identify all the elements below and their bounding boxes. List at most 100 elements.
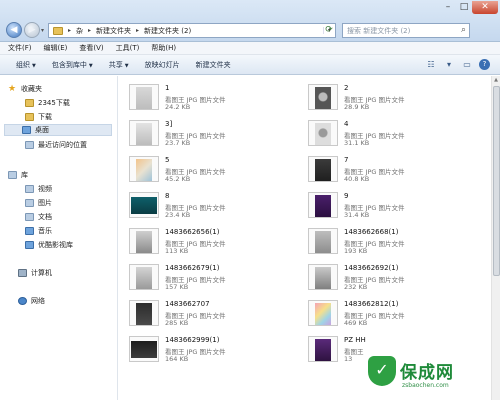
explorer-window: – □ ✕ ◀ ▶ ▾ ▸ 杂 ▸ 新建文件夹 ▸ 新建文件夹 (2) ▾ ⟳ … — [0, 0, 500, 400]
nav-label: 文档 — [38, 213, 52, 221]
nav-libraries[interactable]: 库 — [8, 170, 28, 180]
picture-icon — [25, 199, 34, 207]
close-button[interactable]: ✕ — [472, 1, 498, 14]
nav-item-downloads[interactable]: 下载 — [25, 112, 52, 122]
address-bar[interactable]: ▸ 杂 ▸ 新建文件夹 ▸ 新建文件夹 (2) ▾ — [48, 23, 336, 38]
back-button[interactable]: ◀ — [6, 22, 22, 38]
file-size: 164 KB — [165, 355, 189, 363]
file-size: 23.4 KB — [165, 211, 191, 219]
file-item[interactable]: 1483662668(1) 看图王 JPG 图片文件 193 KB — [306, 226, 484, 260]
breadcrumb-item[interactable]: 新建文件夹 (2) — [144, 26, 191, 36]
view-dropdown-icon[interactable]: ▾ — [443, 60, 455, 70]
file-item[interactable]: 3] 看图王 JPG 图片文件 23.7 KB — [127, 118, 305, 152]
file-item[interactable]: 1483662656(1) 看图王 JPG 图片文件 113 KB — [127, 226, 305, 260]
file-name: 2 — [344, 84, 349, 92]
help-icon[interactable]: ? — [479, 59, 490, 70]
scroll-up-icon[interactable]: ▲ — [492, 77, 500, 83]
refresh-icon[interactable]: ⟳ — [322, 24, 336, 37]
image-thumbnail — [308, 228, 338, 254]
file-name: 5 — [165, 156, 170, 164]
watermark-url: zsbaochen.com — [402, 382, 449, 389]
file-item[interactable]: 1483662679(1) 看图王 JPG 图片文件 157 KB — [127, 262, 305, 296]
folder-icon — [53, 26, 63, 35]
image-thumbnail — [129, 336, 159, 362]
nav-label: 视频 — [38, 185, 52, 193]
image-thumbnail — [129, 228, 159, 254]
menu-file[interactable]: 文件(F) — [8, 43, 32, 53]
menu-view[interactable]: 查看(V) — [79, 43, 103, 53]
nav-label: 最近访问的位置 — [38, 141, 87, 149]
file-item[interactable]: 4 看图王 JPG 图片文件 31.1 KB — [306, 118, 484, 152]
image-thumbnail — [308, 300, 338, 326]
file-size: 285 KB — [165, 319, 189, 327]
command-bar: 组织 ▼ 包含到库中 ▼ 共享 ▼ 放映幻灯片 新建文件夹 ☷ ▾ ▭ ? — [0, 55, 500, 75]
new-folder-button[interactable]: 新建文件夹 — [188, 60, 239, 70]
preview-pane-icon[interactable]: ▭ — [461, 60, 473, 70]
nav-label: 下载 — [38, 113, 52, 121]
title-bar: – □ ✕ ◀ ▶ ▾ ▸ 杂 ▸ 新建文件夹 ▸ 新建文件夹 (2) ▾ ⟳ … — [0, 0, 500, 42]
recent-pages-dropdown[interactable]: ▾ — [41, 27, 44, 34]
nav-item-youku-library[interactable]: 优酷影视库 — [25, 240, 73, 250]
file-item[interactable]: 5 看图王 JPG 图片文件 45.2 KB — [127, 154, 305, 188]
nav-item-recent-places[interactable]: 最近访问的位置 — [25, 140, 87, 150]
breadcrumb-item[interactable]: 杂 — [76, 26, 83, 36]
download-folder-icon — [25, 113, 34, 121]
forward-button[interactable]: ▶ — [24, 22, 40, 38]
nav-item-2345-downloads[interactable]: 2345下载 — [25, 98, 70, 108]
nav-favorites[interactable]: ★ 收藏夹 — [8, 84, 42, 94]
breadcrumb-separator[interactable]: ▸ — [136, 27, 139, 34]
image-thumbnail — [308, 192, 338, 218]
file-item[interactable]: 8 看图王 JPG 图片文件 23.4 KB — [127, 190, 305, 224]
share-label: 共享 — [108, 60, 123, 69]
file-item[interactable]: 1483662707 看图王 JPG 图片文件 285 KB — [127, 298, 305, 332]
minimize-button[interactable]: – — [440, 1, 456, 14]
view-options-icon[interactable]: ☷ — [425, 60, 437, 70]
file-item[interactable]: 9 看图王 JPG 图片文件 31.4 KB — [306, 190, 484, 224]
nav-item-music[interactable]: 音乐 — [25, 226, 52, 236]
star-icon: ★ — [8, 84, 17, 94]
watermark: ✓ 保成网 zsbaochen.com — [360, 352, 500, 400]
menu-help[interactable]: 帮助(H) — [151, 43, 176, 53]
nav-item-pictures[interactable]: 图片 — [25, 198, 52, 208]
file-size: 28.9 KB — [344, 103, 370, 111]
library-icon — [8, 171, 17, 179]
file-size: 113 KB — [165, 247, 189, 255]
breadcrumb-separator[interactable]: ▸ — [68, 27, 71, 34]
share-button[interactable]: 共享 ▼ — [101, 60, 137, 70]
menu-tools[interactable]: 工具(T) — [116, 43, 140, 53]
file-size: 157 KB — [165, 283, 189, 291]
search-icon[interactable]: ⌕ — [461, 25, 466, 35]
nav-computer[interactable]: 计算机 — [18, 268, 52, 278]
file-item[interactable]: 1483662812(1) 看图王 JPG 图片文件 469 KB — [306, 298, 484, 332]
nav-item-videos[interactable]: 视频 — [25, 184, 52, 194]
nav-network[interactable]: 网络 — [18, 296, 45, 306]
organize-button[interactable]: 组织 ▼ — [8, 60, 44, 70]
file-item[interactable]: 1 看图王 JPG 图片文件 24.2 KB — [127, 82, 305, 116]
shield-check-icon: ✓ — [368, 356, 396, 386]
menu-edit[interactable]: 编辑(E) — [44, 43, 68, 53]
folder-icon — [25, 99, 34, 107]
file-item[interactable]: 1483662692(1) 看图王 JPG 图片文件 232 KB — [306, 262, 484, 296]
file-item[interactable]: 2 看图王 JPG 图片文件 28.9 KB — [306, 82, 484, 116]
nav-item-documents[interactable]: 文档 — [25, 212, 52, 222]
maximize-button[interactable]: □ — [456, 1, 472, 14]
file-item[interactable]: 7 看图王 JPG 图片文件 40.8 KB — [306, 154, 484, 188]
file-item[interactable]: 1483662999(1) 看图王 JPG 图片文件 164 KB — [127, 334, 305, 368]
scrollbar-thumb[interactable] — [493, 86, 500, 276]
include-in-library-button[interactable]: 包含到库中 ▼ — [44, 60, 101, 70]
image-thumbnail — [129, 120, 159, 146]
slideshow-button[interactable]: 放映幻灯片 — [137, 60, 188, 70]
desktop-icon — [22, 126, 31, 134]
image-thumbnail — [129, 84, 159, 110]
nav-label: 音乐 — [38, 227, 52, 235]
organize-label: 组织 — [16, 60, 30, 69]
file-name: 1483662668(1) — [344, 228, 399, 236]
search-input[interactable]: 搜索 新建文件夹 (2) ⌕ — [342, 23, 470, 38]
nav-item-desktop[interactable]: 桌面 — [4, 124, 112, 136]
file-name: PZ HH — [344, 336, 366, 344]
breadcrumb-separator[interactable]: ▸ — [88, 27, 91, 34]
music-icon — [25, 227, 34, 235]
document-icon — [25, 213, 34, 221]
network-icon — [18, 297, 27, 305]
breadcrumb-item[interactable]: 新建文件夹 — [96, 26, 131, 36]
